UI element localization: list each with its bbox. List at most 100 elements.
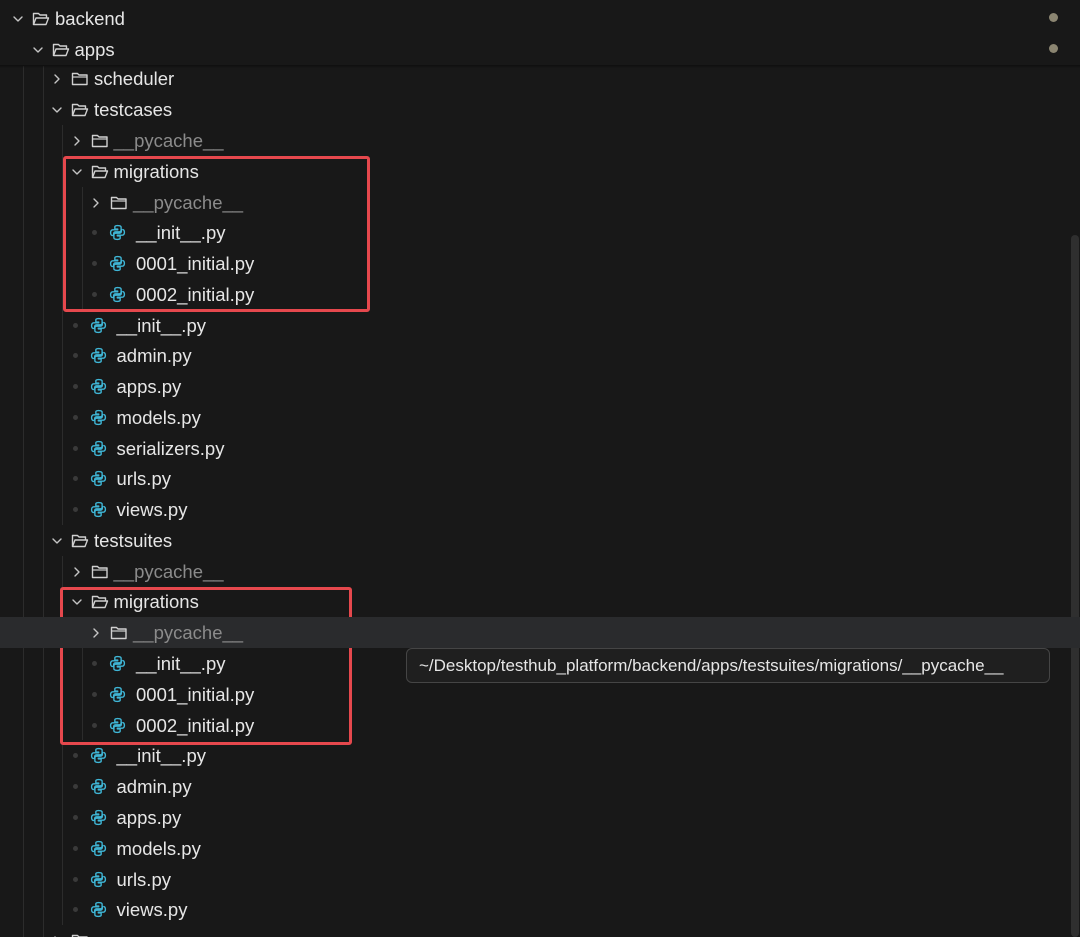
tree-item-label: __pycache__ [133,192,244,213]
folder-row-pycache[interactable]: __pycache__ [0,556,1080,587]
leaf-dot [92,661,97,666]
tree-item-label: migrations [113,161,199,182]
folder-icon [90,556,110,587]
python-file-icon [88,433,108,464]
folder-row-item[interactable] [0,925,1080,937]
python-file-icon [88,310,108,341]
file-row-apps-py[interactable]: apps.py [0,371,1080,402]
leaf-dot [72,907,78,912]
file-row-views-py[interactable]: views.py [0,894,1080,925]
folder-open-icon [70,94,90,125]
chevron-down-icon[interactable] [49,525,65,556]
chevron-right-icon[interactable] [49,63,65,94]
folder-row-pycache[interactable]: __pycache__ [0,617,1080,648]
tree-item-label: __init__.py [116,745,206,766]
leaf-dot [72,815,78,820]
leaf-dot [72,784,78,789]
file-row-init-py[interactable]: __init__.py [0,217,1080,248]
tree-item-label: admin.py [116,776,192,797]
chevron-down-icon[interactable] [30,34,46,65]
file-row-models-py[interactable]: models.py [0,833,1080,864]
file-row-init-py[interactable]: __init__.py [0,740,1080,771]
folder-row-migrations[interactable]: migrations [0,586,1080,617]
leaf-dot [92,692,97,697]
leaf-dot [72,753,78,758]
python-file-icon [108,710,128,741]
tree-item-label: apps [74,39,115,60]
file-row-urls-py[interactable]: urls.py [0,864,1080,895]
file-row-apps-py[interactable]: apps.py [0,802,1080,833]
chevron-right-icon[interactable] [88,187,104,218]
chevron-down-icon[interactable] [49,94,65,125]
python-file-icon [108,279,128,310]
tree-item-label: serializers.py [116,438,225,459]
tree-item-label: 0001_initial.py [136,684,255,705]
folder-row-backend[interactable]: backend [0,3,1080,34]
leaf-dot [72,384,78,389]
file-row-admin-py[interactable]: admin.py [0,771,1080,802]
folder-icon [70,63,90,94]
folder-icon [90,125,110,156]
python-file-icon [88,771,108,802]
python-file-icon [88,494,108,525]
file-row-0002-initial-py[interactable]: 0002_initial.py [0,710,1080,741]
leaf-dot [72,877,78,882]
python-file-icon [108,217,128,248]
file-row-0001-initial-py[interactable]: 0001_initial.py [0,248,1080,279]
leaf-dot [92,292,97,297]
chevron-right-icon[interactable] [69,125,85,156]
python-file-icon [88,340,108,371]
folder-row-scheduler[interactable]: scheduler [0,63,1080,94]
folder-open-icon [51,34,71,65]
folder-row-apps[interactable]: apps [0,34,1080,65]
leaf-dot [72,846,78,851]
file-row-init-py[interactable]: __init__.py [0,648,1080,679]
leaf-dot [72,507,78,512]
tree-item-label: testsuites [94,530,173,551]
chevron-right-icon[interactable] [49,925,65,937]
folder-row-pycache[interactable]: __pycache__ [0,125,1080,156]
python-file-icon [88,740,108,771]
folder-row-testcases[interactable]: testcases [0,94,1080,125]
python-file-icon [108,679,128,710]
tree-item-label: __init__.py [116,315,206,336]
tree-item-label: scheduler [94,68,175,89]
python-file-icon [88,864,108,895]
chevron-right-icon[interactable] [88,617,104,648]
chevron-down-icon[interactable] [69,156,85,187]
leaf-dot [72,323,78,328]
folder-icon [70,925,90,937]
file-row-urls-py[interactable]: urls.py [0,463,1080,494]
leaf-dot [92,723,97,728]
file-row-0002-initial-py[interactable]: 0002_initial.py [0,279,1080,310]
chevron-down-icon[interactable] [69,586,85,617]
chevron-down-icon[interactable] [10,3,26,34]
folder-row-pycache[interactable]: __pycache__ [0,187,1080,218]
modified-indicator [1049,13,1058,22]
file-row-admin-py[interactable]: admin.py [0,340,1080,371]
file-row-views-py[interactable]: views.py [0,494,1080,525]
tree-item-label: apps.py [116,807,182,828]
leaf-dot [72,476,78,481]
file-row-serializers-py[interactable]: serializers.py [0,433,1080,464]
leaf-dot [72,415,78,420]
tree-item-label: __init__.py [136,222,226,243]
chevron-right-icon[interactable] [69,556,85,587]
folder-row-testsuites[interactable]: testsuites [0,525,1080,556]
tree-item-label: 0002_initial.py [136,715,255,736]
leaf-dot [92,261,97,266]
tree-item-label: backend [55,8,125,29]
file-row-models-py[interactable]: models.py [0,402,1080,433]
python-file-icon [108,248,128,279]
python-file-icon [88,802,108,833]
file-row-0001-initial-py[interactable]: 0001_initial.py [0,679,1080,710]
tree-item-label: 0002_initial.py [136,284,255,305]
folder-icon [109,187,129,218]
python-file-icon [88,371,108,402]
tree-item-label: __pycache__ [133,622,244,643]
tree-item-label: views.py [116,899,188,920]
file-row-init-py[interactable]: __init__.py [0,310,1080,341]
tree-item-label: admin.py [116,345,192,366]
folder-open-icon [90,586,110,617]
folder-row-migrations[interactable]: migrations [0,156,1080,187]
